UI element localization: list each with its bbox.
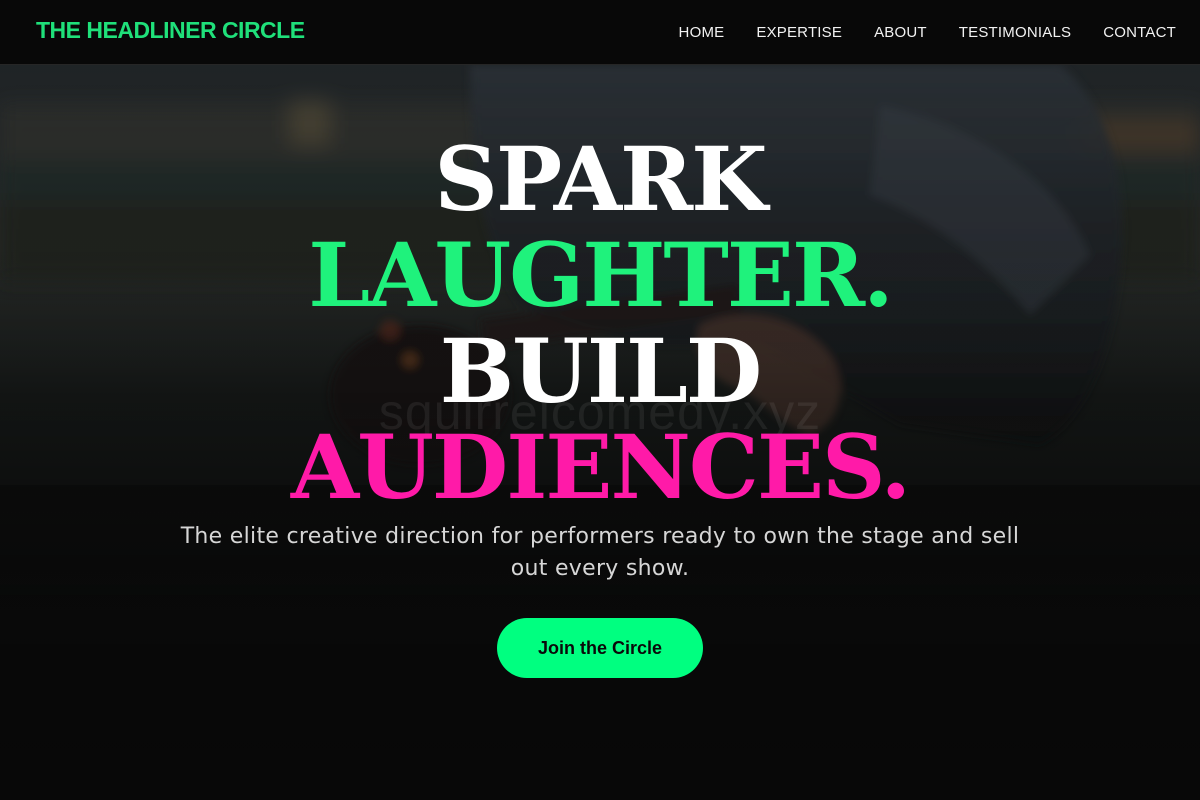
nav-expertise-link[interactable]: EXPERTISE — [756, 24, 842, 41]
site-logo[interactable]: THE HEADLINER CIRCLE — [36, 17, 305, 44]
site-header: THE HEADLINER CIRCLE HOME EXPERTISE ABOU… — [0, 0, 1200, 65]
headline-line-build: BUILD — [439, 319, 762, 423]
nav-home-link[interactable]: HOME — [679, 24, 725, 41]
join-the-circle-button[interactable]: Join the Circle — [497, 618, 703, 678]
main-nav: HOME EXPERTISE ABOUT TESTIMONIALS CONTAC… — [679, 0, 1176, 64]
headline-line-laughter: LAUGHTER. — [308, 223, 894, 327]
nav-contact-link[interactable]: CONTACT — [1103, 24, 1176, 41]
headline-line-audiences: AUDIENCES. — [290, 415, 911, 519]
hero-section: squirrelcomedy.xyz SPARK LAUGHTER. BUILD… — [0, 65, 1200, 800]
nav-testimonials-link[interactable]: TESTIMONIALS — [959, 24, 1071, 41]
nav-about-link[interactable]: ABOUT — [874, 24, 927, 41]
page: THE HEADLINER CIRCLE HOME EXPERTISE ABOU… — [0, 0, 1200, 800]
hero-headline: SPARK LAUGHTER. BUILD AUDIENCES. — [0, 131, 1200, 515]
hero-subtitle: The elite creative direction for perform… — [180, 524, 1020, 581]
headline-line-spark: SPARK — [434, 127, 767, 231]
